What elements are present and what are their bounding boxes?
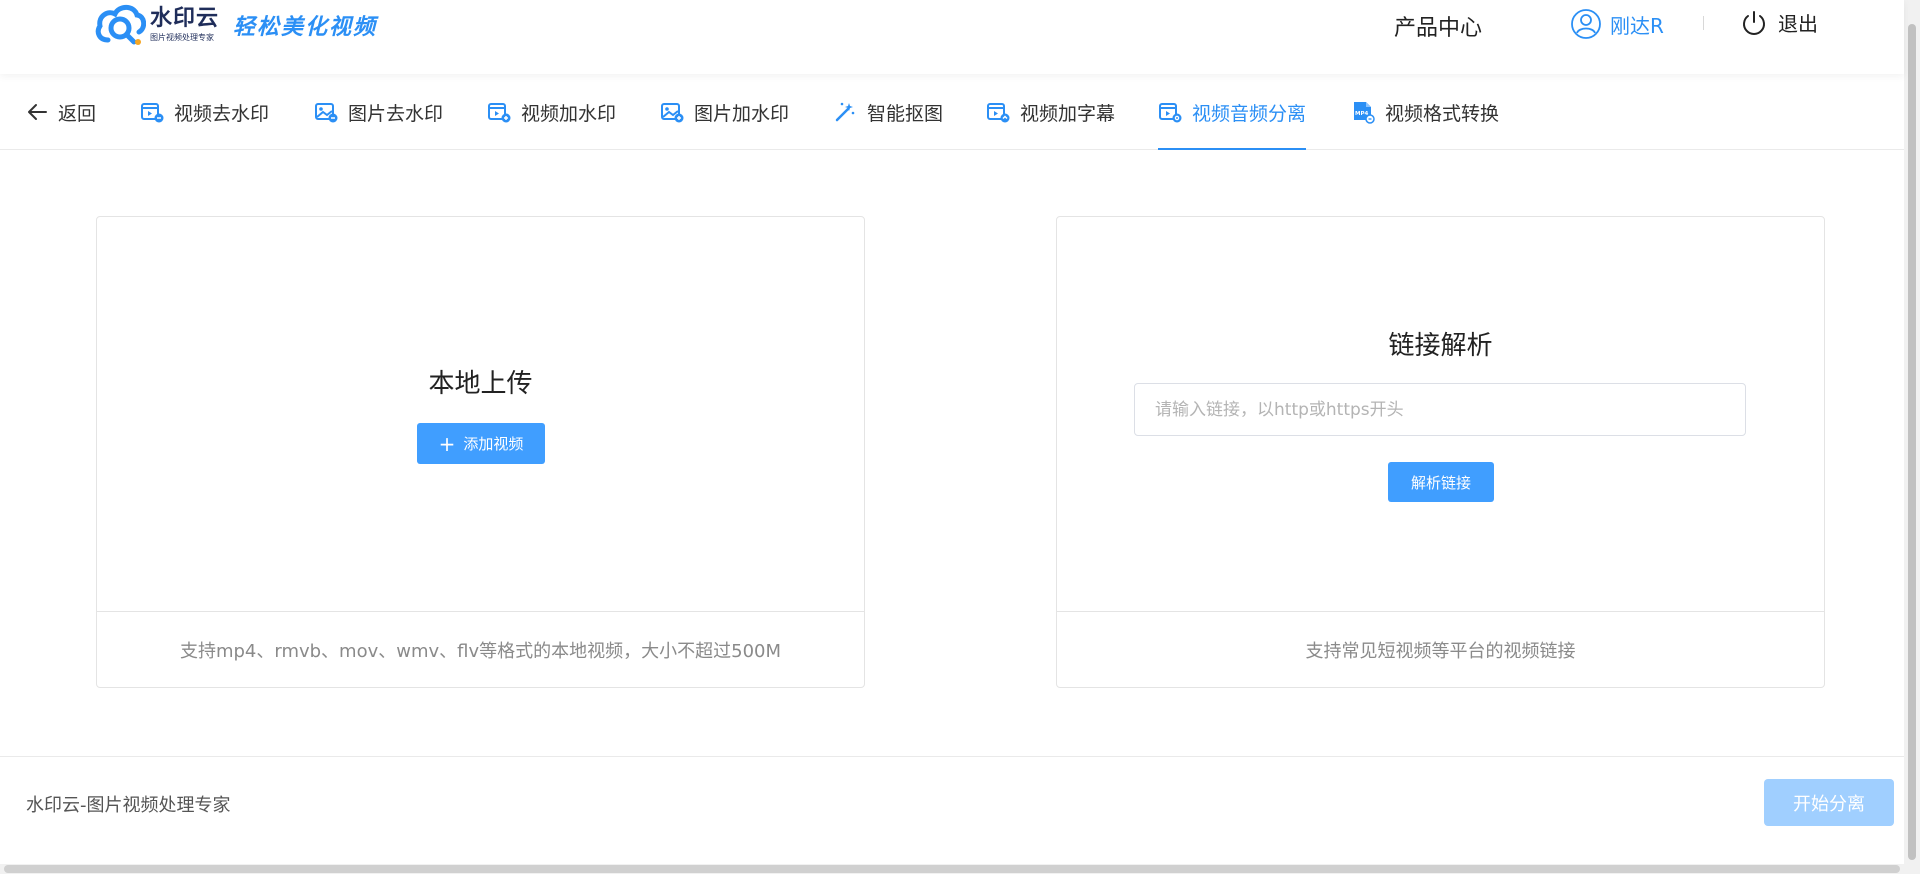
tab-video-format-convert[interactable]: MP4 视频格式转换	[1351, 74, 1499, 150]
video-audio-split-icon	[1159, 103, 1182, 123]
start-split-button[interactable]: 开始分离	[1764, 779, 1894, 826]
video-subtitle-icon	[987, 103, 1010, 123]
tab-label: 视频音频分离	[1192, 102, 1307, 125]
tab-smart-cutout[interactable]: 智能抠图	[833, 74, 943, 150]
add-video-button[interactable]: + 添加视频	[417, 423, 545, 464]
tab-video-subtitle[interactable]: 视频加字幕	[986, 74, 1115, 150]
link-url-input[interactable]	[1134, 383, 1746, 436]
tab-label: 视频去水印	[174, 102, 270, 125]
logo-text: 水印云 图片视频处理专家	[150, 7, 219, 43]
tool-tabs: 返回 视频去水印 图片去水印 视频加水印 图片加水印 智能抠图 视频加字幕 视频…	[0, 74, 1904, 150]
tab-label: 视频加字幕	[1020, 102, 1116, 125]
logo-slogan: 轻松美化视频	[233, 14, 378, 40]
mp4-format-icon: MP4	[1354, 102, 1375, 124]
header-divider	[1703, 16, 1704, 30]
tab-label: 图片加水印	[694, 102, 790, 125]
horizontal-scrollbar[interactable]	[0, 864, 1904, 874]
page: 水印云 图片视频处理专家 轻松美化视频 产品中心 刚达R 退出 返回 视频去水印…	[0, 0, 1920, 874]
link-parse-title: 链接解析	[1388, 331, 1493, 361]
cloud-logo-icon	[95, 4, 146, 45]
magic-wand-icon	[835, 102, 855, 122]
footer-brand-text: 水印云-图片视频处理专家	[26, 795, 231, 816]
image-remove-watermark-icon	[315, 103, 338, 123]
vertical-scroll-thumb[interactable]	[1908, 24, 1916, 860]
local-upload-title: 本地上传	[428, 369, 533, 399]
logout-label: 退出	[1778, 12, 1818, 36]
back-label: 返回	[58, 102, 97, 125]
tab-label: 视频格式转换	[1385, 102, 1500, 125]
top-header: 水印云 图片视频处理专家 轻松美化视频 产品中心 刚达R 退出	[0, 0, 1904, 74]
upload-hint: 支持mp4、rmvb、mov、wmv、flv等格式的本地视频，大小不超过500M	[97, 611, 864, 687]
logo[interactable]: 水印云 图片视频处理专家 轻松美化视频	[94, 0, 377, 50]
user-menu[interactable]: 刚达R	[1570, 8, 1664, 40]
product-center-link[interactable]: 产品中心	[1394, 10, 1482, 42]
tab-image-remove-watermark[interactable]: 图片去水印	[314, 74, 443, 150]
add-video-label: 添加视频	[463, 435, 524, 453]
logout-button[interactable]: 退出	[1740, 8, 1818, 37]
video-add-watermark-icon	[488, 103, 511, 123]
plus-icon: +	[438, 431, 456, 456]
power-icon	[1743, 10, 1765, 35]
tab-label: 智能抠图	[867, 102, 944, 125]
logo-subtitle: 图片视频处理专家	[150, 33, 214, 42]
horizontal-scroll-thumb[interactable]	[4, 865, 1900, 873]
tab-label: 图片去水印	[348, 102, 444, 125]
image-add-watermark-icon	[661, 103, 684, 123]
tab-video-remove-watermark[interactable]: 视频去水印	[140, 74, 269, 150]
tab-label: 视频加水印	[521, 102, 617, 125]
back-button[interactable]: 返回	[26, 74, 96, 150]
user-avatar-icon	[1571, 9, 1601, 39]
local-upload-card: 本地上传 + 添加视频 支持mp4、rmvb、mov、wmv、flv等格式的本地…	[96, 216, 865, 688]
user-name: 刚达R	[1610, 13, 1664, 38]
link-hint: 支持常见短视频等平台的视频链接	[1057, 611, 1824, 687]
arrow-left-icon	[28, 104, 47, 120]
tab-video-add-watermark[interactable]: 视频加水印	[487, 74, 616, 150]
logo-name: 水印云	[150, 6, 220, 31]
tab-image-add-watermark[interactable]: 图片加水印	[660, 74, 789, 150]
parse-link-button[interactable]: 解析链接	[1388, 462, 1494, 502]
vertical-scrollbar[interactable]	[1904, 0, 1920, 874]
link-parse-card: 链接解析 解析链接 支持常见短视频等平台的视频链接	[1056, 216, 1825, 688]
tab-video-audio-split[interactable]: 视频音频分离	[1158, 74, 1307, 150]
bottom-bar: 水印云-图片视频处理专家 开始分离	[0, 756, 1904, 866]
video-remove-watermark-icon	[141, 103, 164, 123]
